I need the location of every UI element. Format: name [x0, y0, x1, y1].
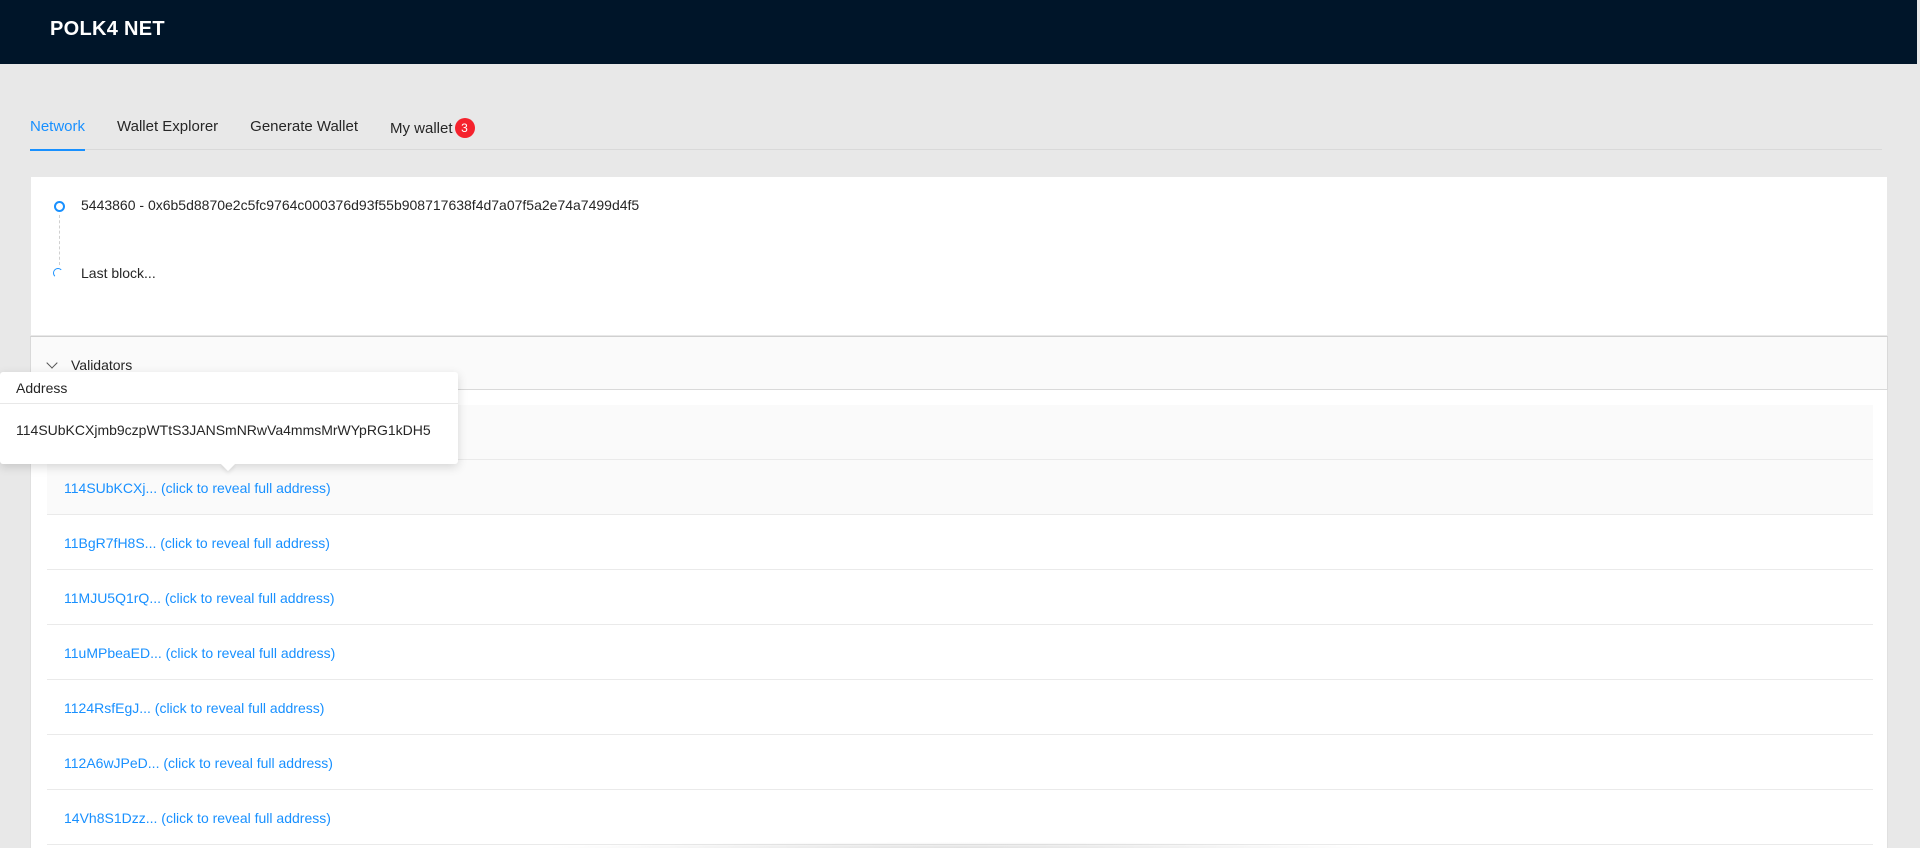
full-address-text: 114SUbKCXjmb9czpWTtS3JANSmNRwVa4mmsMrWYp… [16, 422, 431, 438]
validator-row-6[interactable]: 112A6wJPeD... (click to reveal full addr… [47, 735, 1873, 790]
wallet-count-badge: 3 [454, 118, 475, 138]
main-tabs: Network Wallet Explorer Generate Wallet … [30, 108, 1882, 151]
timeline-dot-icon [54, 201, 65, 212]
validator-address-link[interactable]: 1124RsfEgJ... (click to reveal full addr… [64, 700, 324, 716]
app-header: POLK4 NET [0, 0, 1917, 64]
validator-address-link[interactable]: 11MJU5Q1rQ... (click to reveal full addr… [64, 590, 335, 606]
address-popover: Address 114SUbKCXjmb9czpWTtS3JANSmNRwVa4… [0, 372, 458, 472]
tab-network[interactable]: Network [30, 108, 86, 151]
loading-spinner-icon [53, 268, 63, 278]
chevron-down-icon [46, 357, 58, 369]
app-title: POLK4 NET [50, 18, 165, 40]
bottom-shadow [540, 842, 1380, 848]
validator-address-link[interactable]: 112A6wJPeD... (click to reveal full addr… [64, 755, 333, 771]
validator-row-7[interactable]: 14Vh8S1Dzz... (click to reveal full addr… [47, 790, 1873, 845]
validator-address-link[interactable]: 11uMPbeaED... (click to reveal full addr… [64, 645, 335, 661]
validator-address-link[interactable]: 14Vh8S1Dzz... (click to reveal full addr… [64, 810, 331, 826]
latest-block-text: 5443860 - 0x6b5d8870e2c5fc9764c000376d93… [81, 197, 640, 213]
tab-my-wallet[interactable]: My wallet 3 [390, 108, 475, 150]
tab-generate-wallet[interactable]: Generate Wallet [250, 108, 358, 150]
validator-row-2[interactable]: 11BgR7fH8S... (click to reveal full addr… [47, 515, 1873, 570]
timeline-connector [59, 215, 60, 265]
popover-title: Address [0, 372, 458, 404]
validator-row-3[interactable]: 11MJU5Q1rQ... (click to reveal full addr… [47, 570, 1873, 625]
validators-panel-title: Validators [71, 357, 133, 373]
validator-row-4[interactable]: 11uMPbeaED... (click to reveal full addr… [47, 625, 1873, 680]
validator-row-1[interactable]: 114SUbKCXj... (click to reveal full addr… [47, 460, 1873, 515]
validator-address-link[interactable]: 11BgR7fH8S... (click to reveal full addr… [64, 535, 330, 551]
tab-wallet-explorer[interactable]: Wallet Explorer [117, 108, 218, 150]
pending-block-text: Last block... [81, 265, 156, 281]
validator-address-link[interactable]: 114SUbKCXj... (click to reveal full addr… [64, 480, 331, 496]
validator-row-5[interactable]: 1124RsfEgJ... (click to reveal full addr… [47, 680, 1873, 735]
validators-list: 114SUbKCXj... (click to reveal full addr… [47, 405, 1873, 845]
block-timeline-card: 5443860 - 0x6b5d8870e2c5fc9764c000376d93… [30, 176, 1888, 336]
